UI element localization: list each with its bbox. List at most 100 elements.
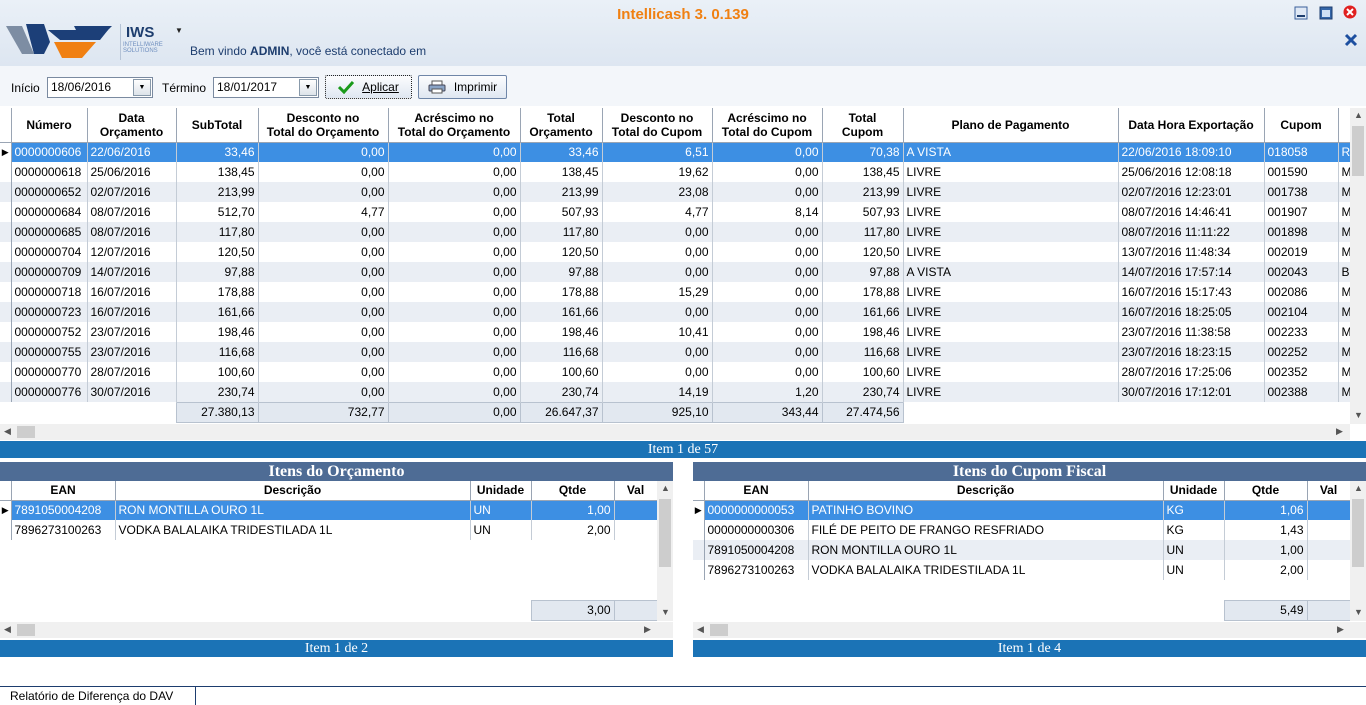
- table-row[interactable]: 7896273100263 VODKA BALALAIKA TRIDESTILAD…: [0, 520, 658, 540]
- termino-date-field[interactable]: 18/01/2017 ▼: [213, 77, 319, 98]
- table-row[interactable]: 7891050004208 RON MONTILLA OURO 1L UN 1,00: [693, 540, 1351, 560]
- chevron-down-icon[interactable]: ▼: [299, 79, 317, 96]
- scroll-up-icon[interactable]: ▲: [1354, 110, 1363, 120]
- table-cell: 97,88: [822, 262, 904, 282]
- column-header[interactable]: Desconto no Total do Cupom: [602, 108, 713, 143]
- column-header[interactable]: Desconto no Total do Orçamento: [258, 108, 389, 143]
- orcamento-horizontal-scrollbar[interactable]: ◀ ▶: [0, 622, 673, 638]
- scroll-left-icon[interactable]: ◀: [4, 624, 11, 635]
- table-row[interactable]: 0000000776 30/07/2016 230,74 0,00 0,00 230,74…: [0, 382, 1351, 402]
- scroll-left-icon[interactable]: ◀: [697, 624, 704, 635]
- scroll-up-icon[interactable]: ▲: [1354, 483, 1363, 493]
- table-cell: 02/07/2016: [87, 182, 177, 202]
- table-cell: 198,46: [520, 322, 603, 342]
- tab-relatorio-diferenca-dav[interactable]: Relatório de Diferença do DAV: [0, 686, 197, 705]
- column-header[interactable]: Acréscimo no Total do Cupom: [712, 108, 823, 143]
- column-header[interactable]: Data Orçamento: [87, 108, 177, 143]
- table-cell: 0000000770: [11, 362, 88, 382]
- cupom-items-grid[interactable]: EAN Descrição Unidade Qtde Val ▶ 000000000005…: [693, 481, 1351, 621]
- column-header[interactable]: Qtde: [531, 481, 615, 501]
- footer-tabs: Relatório de Diferença do DAV: [0, 686, 1366, 705]
- table-row[interactable]: 7896273100263 VODKA BALALAIKA TRIDESTILAD…: [693, 560, 1351, 580]
- scroll-thumb[interactable]: [659, 499, 671, 567]
- close-window-icon[interactable]: [1343, 5, 1357, 19]
- scroll-thumb[interactable]: [1352, 126, 1364, 176]
- orcamentos-grid[interactable]: Número Data Orçamento SubTotal Desconto no …: [0, 108, 1351, 423]
- column-header[interactable]: Total Orçamento: [520, 108, 603, 143]
- column-header[interactable]: Total Cupom: [822, 108, 904, 143]
- scroll-left-icon[interactable]: ◀: [4, 426, 11, 437]
- table-row[interactable]: 0000000684 08/07/2016 512,70 4,77 0,00 507,93…: [0, 202, 1351, 222]
- scroll-right-icon[interactable]: ▶: [644, 624, 651, 635]
- scroll-thumb[interactable]: [1352, 499, 1364, 567]
- cupom-horizontal-scrollbar[interactable]: ◀ ▶: [693, 622, 1366, 638]
- table-cell: 161,66: [822, 302, 904, 322]
- table-row[interactable]: ▶ 0000000606 22/06/2016 33,46 0,00 0,00 33,46 6…: [0, 142, 1351, 162]
- column-header[interactable]: Unidade: [470, 481, 532, 501]
- column-header[interactable]: Unidade: [1163, 481, 1225, 501]
- close-screen-icon[interactable]: [1344, 33, 1358, 47]
- inicio-date-field[interactable]: 18/06/2016 ▼: [47, 77, 153, 98]
- apply-button[interactable]: Aplicar: [325, 75, 412, 99]
- row-indicator: [693, 520, 705, 540]
- cupom-vertical-scrollbar[interactable]: ▲ ▼: [1350, 481, 1366, 621]
- filter-toolbar: Início 18/06/2016 ▼ Término 18/01/2017 ▼…: [0, 66, 1366, 106]
- empty-cell: [0, 560, 11, 580]
- table-cell: 001590: [1264, 162, 1339, 182]
- table-row[interactable]: 0000000723 16/07/2016 161,66 0,00 0,00 161,66…: [0, 302, 1351, 322]
- table-cell: 0,00: [258, 302, 389, 322]
- table-cell: LIVRE: [903, 302, 1119, 322]
- table-row[interactable]: 0000000718 16/07/2016 178,88 0,00 0,00 178,88…: [0, 282, 1351, 302]
- main-grid-horizontal-scrollbar[interactable]: ◀ ▶: [0, 424, 1350, 440]
- maximize-icon[interactable]: [1319, 6, 1333, 20]
- scroll-thumb[interactable]: [17, 624, 35, 636]
- column-header[interactable]: Data Hora Exportação: [1118, 108, 1265, 143]
- scroll-up-icon[interactable]: ▲: [661, 483, 670, 493]
- table-cell: 213,99: [176, 182, 259, 202]
- table-row[interactable]: ▶ 7891050004208 RON MONTILLA OURO 1L UN 1,00: [0, 500, 658, 520]
- column-header[interactable]: EAN: [11, 481, 116, 501]
- column-header[interactable]: Val: [1307, 481, 1351, 501]
- scroll-thumb[interactable]: [710, 624, 728, 636]
- scroll-down-icon[interactable]: ▼: [1354, 607, 1363, 617]
- table-row[interactable]: 0000000752 23/07/2016 198,46 0,00 0,00 198,46…: [0, 322, 1351, 342]
- table-cell: 02/07/2016 12:23:01: [1118, 182, 1265, 202]
- table-row[interactable]: 0000000709 14/07/2016 97,88 0,00 0,00 97,88 0,…: [0, 262, 1351, 282]
- column-header[interactable]: EAN: [704, 481, 809, 501]
- table-row[interactable]: 0000000652 02/07/2016 213,99 0,00 0,00 213,99…: [0, 182, 1351, 202]
- column-header[interactable]: Descrição: [808, 481, 1164, 501]
- column-header[interactable]: [1338, 108, 1351, 143]
- scroll-thumb[interactable]: [17, 426, 35, 438]
- column-header[interactable]: Cupom: [1264, 108, 1339, 143]
- logo-menu-arrow-icon[interactable]: ▼: [175, 26, 183, 35]
- orcamento-items-grid[interactable]: EAN Descrição Unidade Qtde Val ▶ 789105000420…: [0, 481, 658, 621]
- table-cell: KG: [1163, 500, 1225, 520]
- scroll-down-icon[interactable]: ▼: [1354, 410, 1363, 420]
- main-grid-vertical-scrollbar[interactable]: ▲ ▼: [1350, 108, 1366, 424]
- table-row[interactable]: ▶ 0000000000053 PATINHO BOVINO KG 1,06: [693, 500, 1351, 520]
- minimize-icon[interactable]: [1294, 6, 1308, 20]
- table-cell: RON MONTILLA OURO 1L: [808, 540, 1164, 560]
- orcamento-status: Item 1 de 2: [0, 640, 673, 657]
- table-cell: 0,00: [712, 262, 823, 282]
- table-cell: 16/07/2016: [87, 282, 177, 302]
- table-row[interactable]: 0000000000306 FILÉ DE PEITO DE FRANGO RES…: [693, 520, 1351, 540]
- column-header[interactable]: Número: [11, 108, 88, 143]
- column-header[interactable]: Descrição: [115, 481, 471, 501]
- scroll-right-icon[interactable]: ▶: [1336, 426, 1343, 437]
- table-row[interactable]: 0000000755 23/07/2016 116,68 0,00 0,00 116,68…: [0, 342, 1351, 362]
- table-row[interactable]: 0000000704 12/07/2016 120,50 0,00 0,00 120,50…: [0, 242, 1351, 262]
- print-button[interactable]: Imprimir: [418, 75, 507, 99]
- table-row[interactable]: 0000000618 25/06/2016 138,45 0,00 0,00 138,45…: [0, 162, 1351, 182]
- column-header[interactable]: Plano de Pagamento: [903, 108, 1119, 143]
- table-row[interactable]: 0000000685 08/07/2016 117,80 0,00 0,00 117,80…: [0, 222, 1351, 242]
- chevron-down-icon[interactable]: ▼: [133, 79, 151, 96]
- table-row[interactable]: 0000000770 28/07/2016 100,60 0,00 0,00 100,60…: [0, 362, 1351, 382]
- column-header[interactable]: SubTotal: [176, 108, 259, 143]
- scroll-right-icon[interactable]: ▶: [1337, 624, 1344, 635]
- orcamento-vertical-scrollbar[interactable]: ▲ ▼: [657, 481, 673, 621]
- column-header[interactable]: Val: [614, 481, 658, 501]
- column-header[interactable]: Qtde: [1224, 481, 1308, 501]
- scroll-down-icon[interactable]: ▼: [661, 607, 670, 617]
- column-header[interactable]: Acréscimo no Total do Orçamento: [388, 108, 521, 143]
